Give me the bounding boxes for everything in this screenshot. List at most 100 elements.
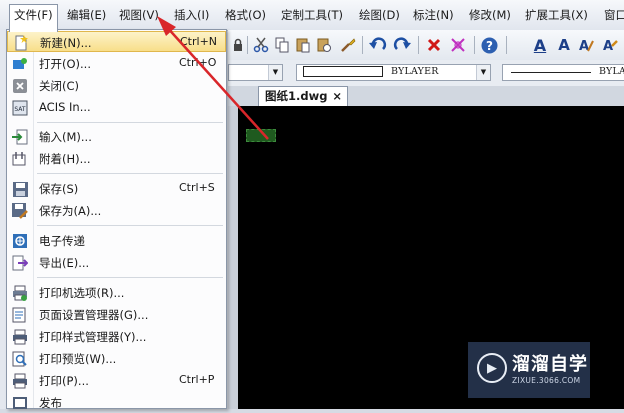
menu-item-label: 页面设置管理器(G)... [39,308,149,322]
edit-text-icon[interactable]: A [576,35,596,55]
chevron-down-icon: ▼ [268,65,282,80]
menu-item-shortcut: Ctrl+O [179,56,217,69]
plot-style-icon [11,328,29,346]
purge-icon[interactable] [448,35,468,55]
help-icon[interactable]: ? [479,35,499,55]
chevron-down-icon: ▼ [476,65,490,80]
menu-item-label: 打印样式管理器(Y)... [39,330,147,344]
cut-icon[interactable] [251,35,271,55]
find-text-icon[interactable]: A [600,35,620,55]
menu-item-label: 打印预览(W)... [39,352,117,366]
menu-item-plot-style[interactable]: 打印样式管理器(Y)... [7,326,226,347]
page-setup-icon [11,306,29,324]
menu-item-label: 打印机选项(R)... [39,286,125,300]
erase-icon[interactable] [424,35,444,55]
undo-icon[interactable] [368,35,388,55]
play-logo-icon: ▶ [477,353,507,383]
menu-item-save[interactable]: 保存(S) Ctrl+S [7,178,226,199]
paste-icon[interactable] [293,35,313,55]
menu-item-shortcut: Ctrl+N [180,35,218,48]
file-menu-dropdown: 新建(N)... Ctrl+N 打开(O)... Ctrl+O 关闭(C) SA… [6,29,227,410]
menu-item-page-setup[interactable]: 页面设置管理器(G)... [7,304,226,325]
watermark: ▶ 溜溜自学 ZIXUE.3066.COM [468,342,590,398]
multiline-text-icon[interactable]: A [554,35,574,55]
etransmit-icon [11,232,29,250]
save-icon [11,180,29,198]
svg-text:SAT: SAT [14,106,26,113]
new-file-icon [12,34,30,52]
lineweight-combo[interactable]: BYLA [502,64,624,81]
menu-insert[interactable]: 插入(I) [170,5,213,25]
menu-item-label: 打开(O)... [39,57,91,71]
menu-item-etransmit[interactable]: 电子传递 [7,230,226,251]
linetype-value: BYLAYER [391,66,439,77]
menu-format[interactable]: 格式(O) [221,5,270,25]
menu-item-print[interactable]: 打印(P)... Ctrl+P [7,370,226,391]
text-style-icon[interactable]: A [530,35,550,55]
command-line-indicator [246,129,276,142]
printer-options-icon [11,284,29,302]
menu-item-label: 附着(H)... [39,152,91,166]
menu-item-import[interactable]: 输入(M)... [7,126,226,147]
menu-item-printer-options[interactable]: 打印机选项(R)... [7,282,226,303]
import-icon [11,128,29,146]
menu-item-new[interactable]: 新建(N)... Ctrl+N [7,31,226,52]
svg-text:?: ? [486,39,493,53]
color-combo[interactable]: ▼ [228,64,283,81]
menu-item-shortcut: Ctrl+P [179,373,215,386]
menu-item-label: 电子传递 [39,234,85,248]
menu-item-save-as[interactable]: 保存为(A)... [7,200,226,221]
menu-view[interactable]: 视图(V) [115,5,163,25]
standard-toolbar: ? A A A A [228,30,624,61]
lineweight-value: BYLA [599,66,624,77]
menu-item-shortcut: Ctrl+S [179,181,215,194]
save-as-icon [11,202,29,220]
menu-item-open[interactable]: 打开(O)... Ctrl+O [7,53,226,74]
menu-item-export[interactable]: 导出(E)... [7,252,226,273]
watermark-title: 溜溜自学 [512,354,588,375]
menu-item-attach[interactable]: 附着(H)... [7,148,226,169]
menu-item-print-preview[interactable]: 打印预览(W)... [7,348,226,369]
acis-icon: SAT [11,99,29,117]
menu-item-label: 新建(N)... [40,36,92,50]
menu-custom-tools[interactable]: 定制工具(T) [277,5,347,25]
close-icon [11,77,29,95]
paste-special-icon[interactable] [314,35,334,55]
menu-item-label: 保存(S) [39,182,79,196]
linetype-swatch [303,66,383,77]
open-folder-icon [11,55,29,73]
attach-icon [11,150,29,168]
menu-item-label: 导出(E)... [39,256,90,270]
menu-item-label: 打印(P)... [39,374,89,388]
menu-item-publish[interactable]: 发布 [7,392,226,413]
print-preview-icon [11,350,29,368]
menu-edit[interactable]: 编辑(E) [63,5,110,25]
menu-item-label: 保存为(A)... [39,204,102,218]
menu-item-label: 输入(M)... [39,130,92,144]
menu-modify[interactable]: 修改(M) [465,5,515,25]
menu-item-label: ACIS In... [39,100,91,114]
copy-icon[interactable] [272,35,292,55]
close-icon[interactable]: × [332,87,342,105]
menu-item-label: 关闭(C) [39,79,80,93]
menu-item-close[interactable]: 关闭(C) [7,75,226,96]
redo-icon[interactable] [392,35,412,55]
menu-extension-tools[interactable]: 扩展工具(X) [521,5,592,25]
svg-text:A: A [603,39,613,53]
print-icon [11,372,29,390]
linetype-combo[interactable]: BYLAYER ▼ [296,64,491,81]
svg-text:A: A [579,39,589,53]
menu-draw[interactable]: 绘图(D) [355,5,404,25]
menu-dimension[interactable]: 标注(N) [409,5,458,25]
menu-item-acis-in[interactable]: SAT ACIS In... [7,97,226,118]
properties-toolbar: ▼ BYLAYER ▼ BYLA [228,60,624,87]
publish-icon [11,394,29,412]
menu-file[interactable]: 文件(F) [9,4,58,32]
tab-drawing1[interactable]: 图纸1.dwg × [258,86,348,106]
tab-title: 图纸1.dwg [265,89,328,103]
menu-window[interactable]: 窗口 [600,5,624,25]
match-properties-icon[interactable] [338,35,358,55]
menu-bar: 文件(F) 编辑(E) 视图(V) 插入(I) 格式(O) 定制工具(T) 绘图… [0,0,624,32]
export-icon [11,254,29,272]
lock-icon[interactable] [228,35,248,55]
